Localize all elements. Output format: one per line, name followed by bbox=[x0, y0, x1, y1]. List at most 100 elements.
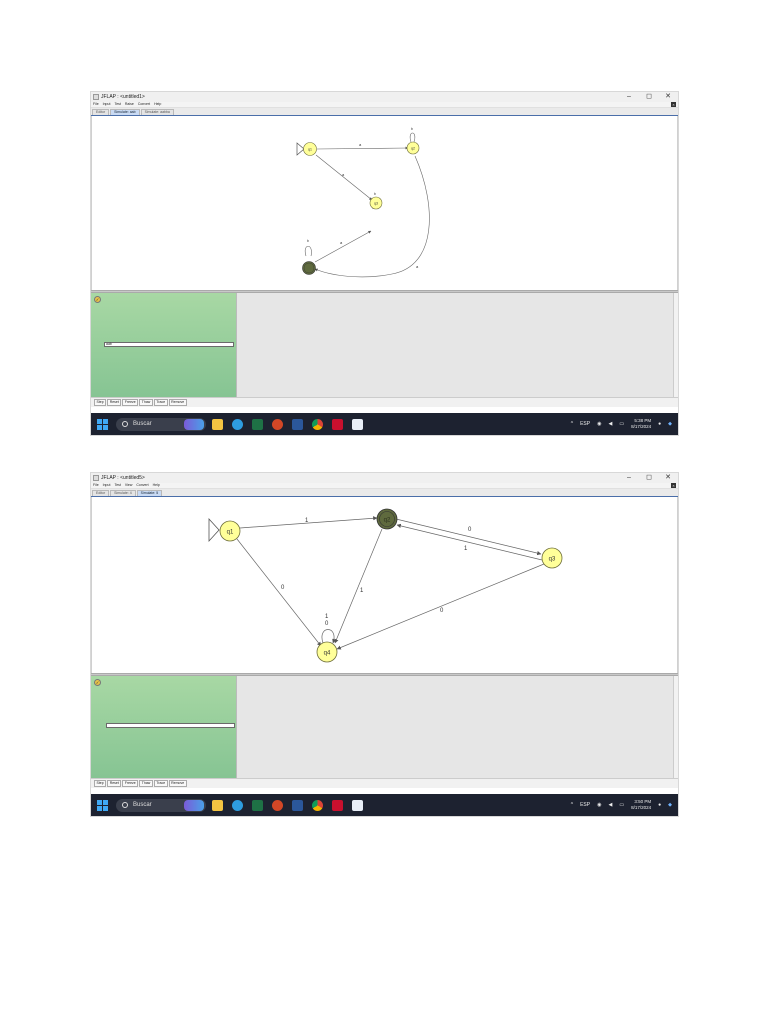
file-explorer-icon[interactable] bbox=[212, 418, 223, 430]
menu-help[interactable]: Help bbox=[154, 102, 161, 107]
input-tape-field[interactable]: aab bbox=[104, 342, 234, 347]
edge-icon[interactable] bbox=[232, 799, 243, 811]
reset-button[interactable]: Reset bbox=[107, 780, 122, 787]
file-explorer-icon[interactable] bbox=[212, 799, 223, 811]
minimize-button[interactable]: – bbox=[622, 473, 636, 483]
minimize-button[interactable]: – bbox=[622, 92, 636, 102]
simulation-button-bar: Step Reset Freeze Thaw Trace Remove bbox=[91, 397, 678, 407]
state-label: q4 bbox=[324, 651, 331, 657]
menu-input[interactable]: Input bbox=[103, 483, 111, 488]
menu-raise[interactable]: Raise bbox=[125, 102, 134, 107]
state-q2-accepting[interactable]: q2 bbox=[376, 508, 398, 530]
volume-icon[interactable]: ◀ bbox=[608, 421, 612, 427]
tab-simulate-2[interactable]: Simulate: aabba bbox=[140, 109, 174, 115]
notification-icon[interactable]: ● bbox=[658, 802, 661, 808]
maximize-button[interactable]: ◻ bbox=[642, 92, 656, 102]
maximize-button[interactable]: ◻ bbox=[642, 473, 656, 483]
java-icon[interactable] bbox=[352, 799, 363, 811]
vertical-scrollbar[interactable] bbox=[673, 293, 678, 397]
java-icon[interactable] bbox=[352, 418, 363, 430]
clock-date: 8/17/2024 bbox=[631, 424, 652, 429]
state-q2[interactable]: q2 bbox=[406, 141, 420, 155]
taskbar-search[interactable]: Buscar bbox=[116, 417, 206, 431]
clock[interactable]: 3:50 PM 8/17/2024 bbox=[631, 799, 651, 811]
notification-icon[interactable]: ● bbox=[658, 421, 661, 427]
windows-start-icon[interactable] bbox=[97, 799, 108, 811]
menu-convert[interactable]: Convert bbox=[138, 102, 150, 107]
menu-file[interactable]: File bbox=[93, 483, 99, 488]
tab-simulate-1[interactable]: Simulate: 4 bbox=[110, 490, 136, 496]
powerpoint-icon[interactable] bbox=[272, 418, 283, 430]
word-icon[interactable] bbox=[292, 418, 303, 430]
clock[interactable]: 5:38 PM 8/17/2024 bbox=[631, 418, 651, 430]
close-tab-icon[interactable]: × bbox=[671, 102, 676, 107]
pinned-apps bbox=[212, 799, 372, 811]
freeze-button[interactable]: Freeze bbox=[122, 780, 139, 787]
state-q3[interactable]: q3 bbox=[369, 196, 383, 210]
excel-icon[interactable] bbox=[252, 799, 263, 811]
automaton-canvas[interactable]: 1 0 1 0 1 0 0 1 q1 q2 q3 q4 bbox=[91, 497, 678, 673]
pdf-icon[interactable] bbox=[332, 799, 343, 811]
close-tab-icon[interactable]: × bbox=[671, 483, 676, 488]
powerpoint-icon[interactable] bbox=[272, 799, 283, 811]
tab-simulate-1[interactable]: Simulate: aab bbox=[110, 109, 140, 115]
menu-input[interactable]: Input bbox=[103, 102, 111, 107]
state-q1[interactable]: q1 bbox=[219, 520, 241, 542]
automaton-diagram: a a a a b b b q1 q2 q3 q4 bbox=[296, 127, 430, 278]
battery-icon[interactable]: ▭ bbox=[619, 802, 624, 808]
state-q3[interactable]: q3 bbox=[541, 547, 563, 569]
language-indicator[interactable]: ESP bbox=[580, 421, 590, 427]
tab-simulate-2[interactable]: Simulate: 5 bbox=[136, 490, 163, 496]
input-tape-field[interactable] bbox=[106, 723, 235, 728]
search-placeholder: Buscar bbox=[133, 802, 152, 808]
close-button[interactable]: ✕ bbox=[661, 92, 675, 102]
menu-bar: File Input Test Raise Convert Help × bbox=[91, 102, 678, 108]
state-label: q1 bbox=[308, 148, 312, 152]
menu-file[interactable]: File bbox=[93, 102, 99, 107]
menu-view[interactable]: View bbox=[125, 483, 133, 488]
close-button[interactable]: ✕ bbox=[661, 473, 675, 483]
edge-icon[interactable] bbox=[232, 418, 243, 430]
freeze-button[interactable]: Freeze bbox=[122, 399, 139, 406]
word-icon[interactable] bbox=[292, 799, 303, 811]
loop-q4 bbox=[304, 245, 312, 257]
chevron-up-icon[interactable]: ^ bbox=[571, 421, 573, 427]
chevron-up-icon[interactable]: ^ bbox=[571, 802, 573, 808]
wifi-icon[interactable]: ◉ bbox=[597, 421, 601, 427]
taskbar-search[interactable]: Buscar bbox=[116, 798, 206, 812]
thaw-button[interactable]: Thaw bbox=[139, 399, 153, 406]
menu-convert[interactable]: Convert bbox=[136, 483, 148, 488]
tab-editor[interactable]: Editor bbox=[92, 109, 110, 115]
windows-start-icon[interactable] bbox=[97, 418, 108, 430]
remove-button[interactable]: Remove bbox=[168, 780, 187, 787]
state-q1[interactable]: q1 bbox=[303, 142, 317, 156]
menu-test[interactable]: Test bbox=[114, 102, 120, 107]
tab-strip: Editor Simulate: 4 Simulate: 5 bbox=[91, 489, 678, 497]
chrome-icon[interactable] bbox=[312, 799, 323, 811]
transition-q3-q4 bbox=[336, 563, 545, 650]
chrome-icon[interactable] bbox=[312, 418, 323, 430]
language-indicator[interactable]: ESP bbox=[580, 802, 590, 808]
window-title: JFLAP : <untitled5> bbox=[101, 475, 145, 481]
reset-button[interactable]: Reset bbox=[107, 399, 122, 406]
step-button[interactable]: Step bbox=[94, 399, 107, 406]
menu-test[interactable]: Test bbox=[114, 483, 120, 488]
trace-button[interactable]: Trace bbox=[153, 399, 168, 406]
menu-help[interactable]: Help bbox=[153, 483, 160, 488]
tab-editor[interactable]: Editor bbox=[92, 490, 110, 496]
state-q4[interactable]: q4 bbox=[316, 641, 338, 663]
pdf-icon[interactable] bbox=[332, 418, 343, 430]
excel-icon[interactable] bbox=[252, 418, 263, 430]
copilot-icon[interactable]: ◆ bbox=[668, 421, 672, 427]
step-button[interactable]: Step bbox=[94, 780, 107, 787]
battery-icon[interactable]: ▭ bbox=[619, 421, 624, 427]
vertical-scrollbar[interactable] bbox=[673, 676, 678, 778]
automaton-canvas[interactable]: a a a a b b b q1 q2 q3 q4 bbox=[91, 116, 678, 290]
volume-icon[interactable]: ◀ bbox=[608, 802, 612, 808]
wifi-icon[interactable]: ◉ bbox=[597, 802, 601, 808]
thaw-button[interactable]: Thaw bbox=[139, 780, 153, 787]
copilot-icon[interactable]: ◆ bbox=[668, 802, 672, 808]
remove-button[interactable]: Remove bbox=[168, 399, 187, 406]
state-q4-accepting[interactable]: q4 bbox=[302, 261, 316, 275]
trace-button[interactable]: Trace bbox=[153, 780, 168, 787]
